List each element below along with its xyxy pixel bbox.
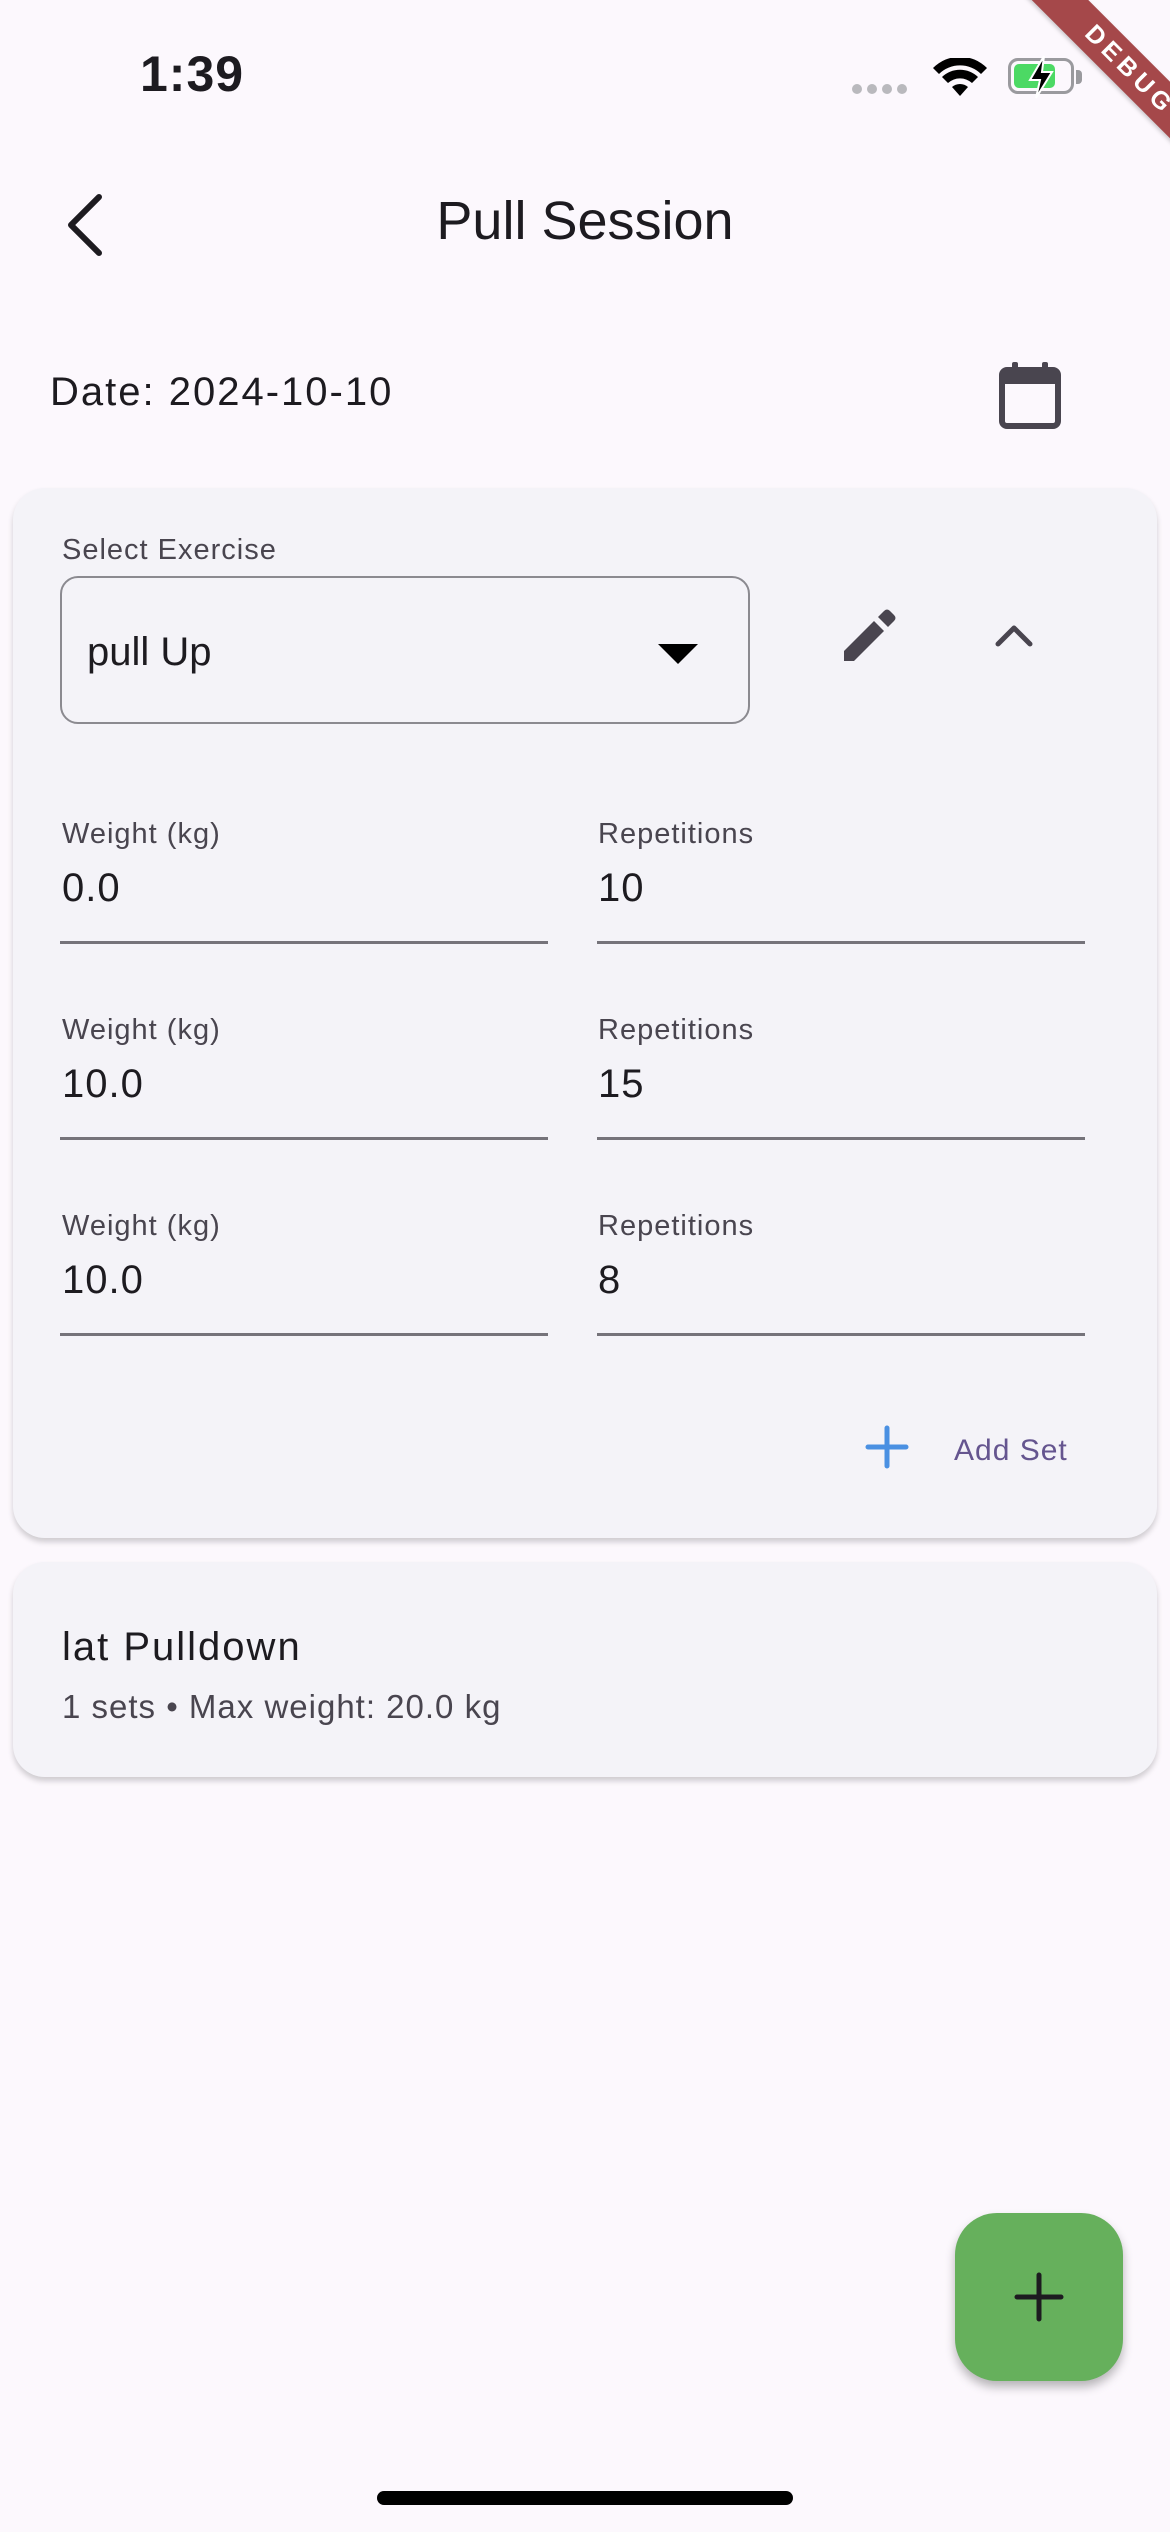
reps-underline bbox=[597, 941, 1085, 944]
page-title: Pull Session bbox=[436, 191, 734, 251]
summary-subtitle: 1 sets • Max weight: 20.0 kg bbox=[62, 1688, 502, 1725]
chevron-up-icon bbox=[995, 625, 1033, 647]
cellular-signal-icon bbox=[852, 80, 912, 98]
pencil-icon bbox=[844, 609, 896, 661]
summary-title: lat Pulldown bbox=[62, 1625, 302, 1669]
reps-underline bbox=[597, 1333, 1085, 1336]
battery-icon bbox=[1008, 55, 1082, 99]
wifi-icon bbox=[932, 56, 988, 103]
weight-underline bbox=[60, 1333, 548, 1336]
weight-input[interactable]: 10.0 bbox=[62, 1258, 144, 1303]
debug-banner: DEBUG bbox=[995, 0, 1170, 205]
weight-input[interactable]: 10.0 bbox=[62, 1062, 144, 1107]
reps-label: Repetitions bbox=[598, 1014, 755, 1046]
plus-icon bbox=[1014, 2272, 1064, 2322]
exercise-dropdown-value: pull Up bbox=[87, 630, 212, 674]
reps-input[interactable]: 8 bbox=[598, 1258, 621, 1303]
add-set-button[interactable]: Add Set bbox=[850, 1410, 1090, 1490]
date-label: Date: 2024-10-10 bbox=[50, 370, 394, 414]
charging-bolt-icon bbox=[1028, 55, 1054, 99]
collapse-button[interactable] bbox=[964, 585, 1064, 685]
calendar-button[interactable] bbox=[980, 350, 1080, 440]
select-exercise-label: Select Exercise bbox=[62, 534, 277, 566]
reps-label: Repetitions bbox=[598, 1210, 755, 1242]
weight-label: Weight (kg) bbox=[62, 818, 221, 850]
weight-underline bbox=[60, 1137, 548, 1140]
exercise-dropdown[interactable]: pull Up bbox=[60, 576, 750, 724]
edit-exercise-button[interactable] bbox=[820, 585, 920, 685]
reps-input[interactable]: 10 bbox=[598, 866, 645, 911]
calendar-icon bbox=[999, 362, 1061, 429]
add-exercise-fab[interactable] bbox=[955, 2213, 1123, 2381]
weight-label: Weight (kg) bbox=[62, 1210, 221, 1242]
reps-underline bbox=[597, 1137, 1085, 1140]
dropdown-arrow-icon bbox=[658, 644, 698, 664]
add-set-label: Add Set bbox=[954, 1434, 1068, 1467]
status-time: 1:39 bbox=[140, 46, 245, 102]
weight-label: Weight (kg) bbox=[62, 1014, 221, 1046]
plus-icon bbox=[865, 1425, 909, 1469]
reps-label: Repetitions bbox=[598, 818, 755, 850]
home-indicator bbox=[377, 2491, 793, 2505]
reps-input[interactable]: 15 bbox=[598, 1062, 645, 1107]
weight-input[interactable]: 0.0 bbox=[62, 866, 121, 911]
weight-underline bbox=[60, 941, 548, 944]
